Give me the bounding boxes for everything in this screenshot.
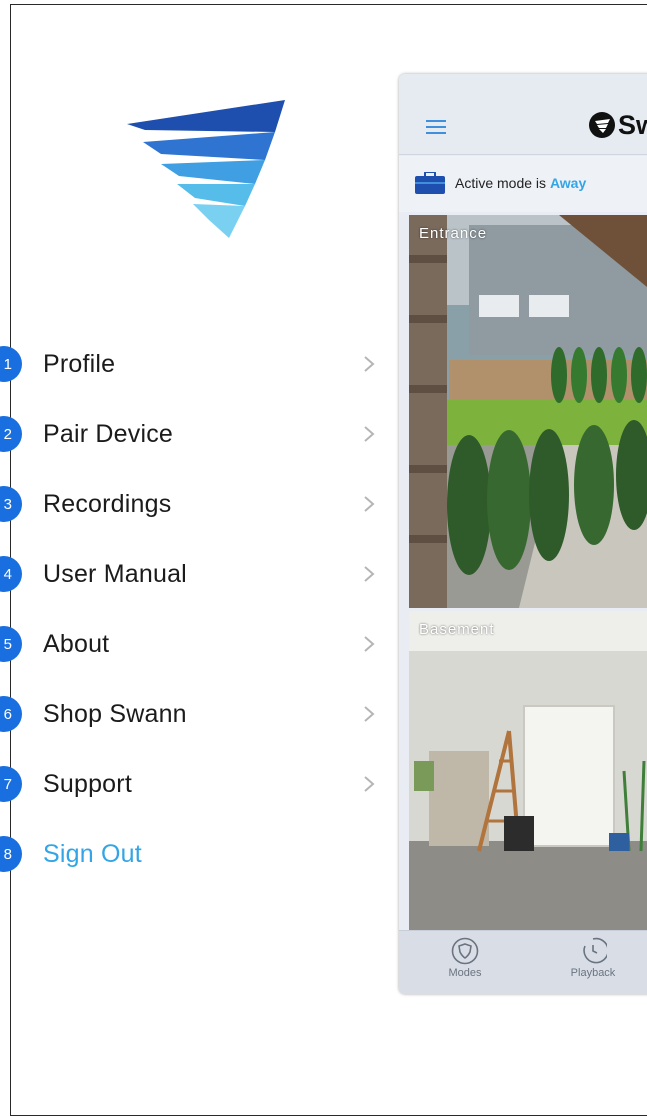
briefcase-icon <box>415 172 445 194</box>
tab-label: Modes <box>448 967 482 979</box>
tab-label: Playback <box>570 967 616 979</box>
number-badge: 2 <box>0 416 22 452</box>
menu-label: Shop Swann <box>43 700 187 728</box>
tab-modes[interactable]: Modes <box>425 937 505 991</box>
app-preview: Sw Active mode is Away Entrance Basement… <box>399 74 647 994</box>
camera-feed-basement <box>409 611 647 931</box>
number-badge: 5 <box>0 626 22 662</box>
camera-tile-basement[interactable]: Basement <box>409 611 647 931</box>
chevron-right-icon <box>364 636 375 652</box>
chevron-right-icon <box>364 776 375 792</box>
menu-item-sign-out[interactable]: 8 Sign Out <box>0 834 390 874</box>
mode-prefix: Active mode is <box>455 175 550 191</box>
hamburger-menu-icon[interactable] <box>426 120 446 134</box>
app-header: Sw <box>399 74 647 155</box>
menu-item-recordings[interactable]: 3 Recordings <box>0 484 390 524</box>
clock-icon <box>583 937 607 964</box>
chevron-right-icon <box>364 356 375 372</box>
brand-logo: Sw <box>589 110 647 140</box>
number-badge: 3 <box>0 486 22 522</box>
chevron-right-icon <box>364 496 375 512</box>
chevron-right-icon <box>364 706 375 722</box>
camera-label: Basement <box>419 621 495 638</box>
camera-tile-entrance[interactable]: Entrance <box>409 215 647 608</box>
active-mode-text: Active mode is Away <box>455 175 586 191</box>
shield-icon <box>451 937 479 965</box>
menu-label: Recordings <box>43 490 172 518</box>
menu-label: Profile <box>43 350 116 378</box>
menu-item-pair-device[interactable]: 2 Pair Device <box>0 414 390 454</box>
menu-item-shop-swann[interactable]: 6 Shop Swann <box>0 694 390 734</box>
swann-brand-icon <box>589 112 615 138</box>
chevron-right-icon <box>364 426 375 442</box>
tab-playback[interactable]: Playback <box>553 937 633 991</box>
menu-item-about[interactable]: 5 About <box>0 624 390 664</box>
swann-logo <box>127 100 285 238</box>
mode-value: Away <box>549 175 587 191</box>
bottom-tab-bar: Modes Playback <box>399 930 647 994</box>
camera-label: Entrance <box>419 225 488 242</box>
menu-item-support[interactable]: 7 Support <box>0 764 390 804</box>
brand-text: Sw <box>618 109 647 140</box>
active-mode-bar[interactable]: Active mode is Away <box>399 156 647 212</box>
menu-label: Pair Device <box>43 420 174 448</box>
menu-label: Sign Out <box>43 840 142 868</box>
menu-label: About <box>43 630 110 658</box>
menu-label: User Manual <box>43 560 187 588</box>
number-badge: 1 <box>0 346 22 382</box>
number-badge: 8 <box>0 836 22 872</box>
number-badge: 4 <box>0 556 22 592</box>
chevron-right-icon <box>364 566 375 582</box>
number-badge: 6 <box>0 696 22 732</box>
menu-item-profile[interactable]: 1 Profile <box>0 344 390 384</box>
camera-feed-entrance <box>409 215 647 608</box>
number-badge: 7 <box>0 766 22 802</box>
menu-label: Support <box>43 770 132 798</box>
menu-item-user-manual[interactable]: 4 User Manual <box>0 554 390 594</box>
